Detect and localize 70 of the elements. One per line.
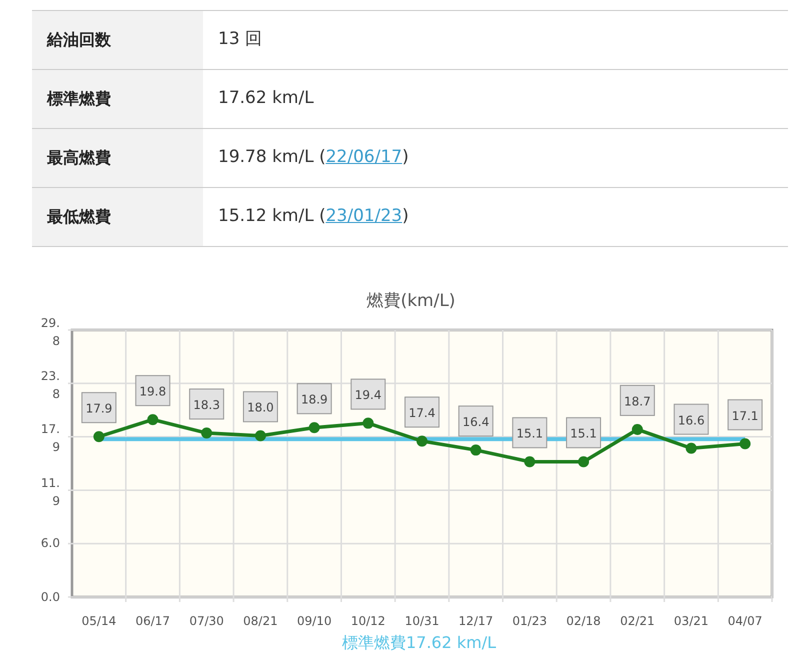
y-tick-label: 6.0 [40, 535, 60, 552]
data-point [362, 417, 374, 428]
data-label: 19.4 [354, 388, 382, 402]
row-value: 15.12 km/L (23/01/23) [218, 205, 409, 228]
data-label: 17.4 [408, 406, 436, 420]
data-label: 17.1 [732, 408, 758, 422]
value-label: 18.3 [189, 388, 224, 420]
x-tick-label: 01/23 [512, 614, 547, 628]
date-link[interactable]: 23/01/23 [326, 206, 402, 226]
data-label: 15.1 [516, 426, 544, 440]
value-label: 17.9 [81, 392, 116, 423]
data-point [254, 430, 266, 441]
chart-title: 燃費(km/L) [366, 290, 456, 313]
data-label: 15.1 [570, 426, 597, 440]
data-label: 18.7 [624, 394, 651, 408]
value-label: 16.6 [674, 403, 709, 434]
data-point [93, 430, 104, 442]
value-label: 17.4 [404, 396, 440, 428]
x-tick-label: 05/14 [82, 614, 116, 628]
x-tick-label: 08/21 [243, 614, 278, 628]
row-value: 17.62 km/L [218, 87, 314, 110]
x-tick-label: 06/17 [135, 614, 170, 628]
row-label: 最高燃費 [32, 129, 203, 187]
data-label: 16.6 [678, 412, 705, 427]
data-label: 17.9 [86, 401, 112, 416]
value-label: 15.1 [566, 416, 602, 448]
y-tick-label: 11.9 [40, 474, 60, 510]
value-label: 17.1 [728, 398, 763, 430]
x-tick-label: 12/17 [458, 614, 494, 628]
value-label: 18.7 [620, 384, 655, 416]
y-tick-label: 0.0 [40, 588, 60, 606]
data-point [632, 423, 643, 434]
y-tick-label: 17.9 [40, 421, 60, 456]
data-label: 16.4 [462, 414, 490, 429]
data-point [686, 442, 697, 454]
x-tick-label: 07/30 [189, 614, 224, 628]
x-tick-label: 10/31 [404, 614, 440, 628]
data-label: 18.9 [300, 392, 328, 406]
data-point [201, 427, 212, 438]
x-tick-label: 02/18 [566, 614, 601, 628]
value-label: 19.8 [135, 374, 170, 406]
row-label: 標準燃費 [32, 70, 203, 128]
date-link[interactable]: 22/06/17 [326, 147, 402, 168]
y-tick-label: 23.8 [40, 368, 60, 403]
standard-caption: 標準燃費17.62 km/L [342, 632, 496, 654]
x-tick-label: 09/10 [297, 614, 332, 628]
x-tick-label: 02/21 [620, 614, 655, 628]
data-point [740, 438, 751, 449]
data-point [416, 435, 428, 446]
value-label: 19.4 [350, 378, 386, 410]
value-label: 16.4 [458, 405, 494, 436]
data-label: 19.8 [139, 384, 166, 398]
x-tick-label: 10/12 [350, 614, 386, 628]
value-label: 18.9 [296, 382, 332, 414]
data-point [578, 456, 590, 467]
value-label: 18.0 [242, 390, 278, 422]
x-tick-label: 03/21 [674, 614, 709, 628]
y-tick-label: 29.8 [40, 314, 60, 350]
data-point [470, 444, 482, 456]
row-label: 給油回数 [32, 11, 203, 69]
row-value: 13 回 [218, 28, 262, 52]
value-label: 15.1 [512, 416, 548, 448]
data-label: 18.3 [193, 398, 220, 412]
data-point [524, 456, 536, 467]
data-point [147, 414, 158, 425]
row-label: 最低燃費 [32, 188, 203, 246]
data-label: 18.0 [247, 400, 274, 414]
data-point [308, 422, 320, 433]
x-tick-label: 04/07 [728, 614, 762, 628]
row-value: 19.78 km/L (22/06/17) [218, 146, 409, 170]
